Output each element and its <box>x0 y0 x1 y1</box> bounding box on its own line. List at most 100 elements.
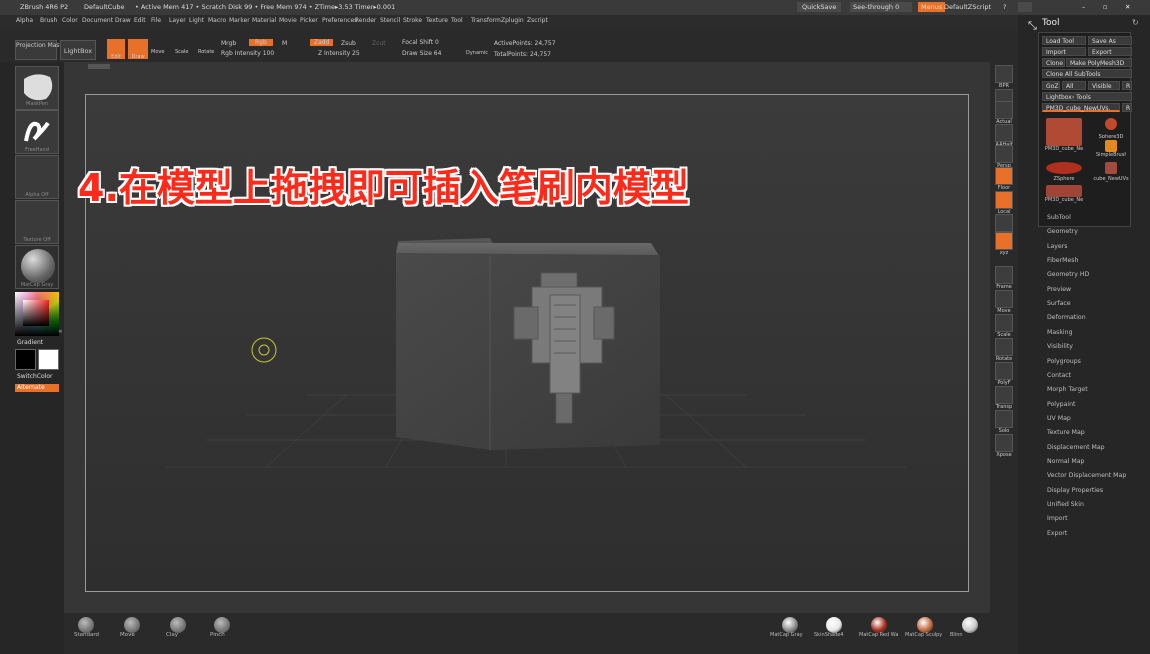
right-shelf-floor-icon[interactable] <box>995 167 1013 185</box>
right-shelf-xpose-icon[interactable] <box>995 434 1013 452</box>
z-intensity-slider[interactable]: Z Intensity 25 <box>318 50 360 57</box>
subpalette-uv-map[interactable]: UV Map <box>1047 415 1071 422</box>
zscript-button[interactable]: DefaultZScript <box>944 3 991 11</box>
draw-size-slider[interactable]: Draw Size 64 <box>402 50 441 57</box>
zadd-button[interactable]: Zadd <box>310 39 334 46</box>
menu-item-color[interactable]: Color <box>62 17 78 24</box>
subpalette-texture-map[interactable]: Texture Map <box>1047 429 1085 436</box>
quicksave-button[interactable]: QuickSave <box>797 2 842 12</box>
zcut-button[interactable]: Zcut <box>372 40 386 47</box>
subpalette-geometry-hd[interactable]: Geometry HD <box>1047 271 1089 278</box>
alternate-button[interactable]: Alternate <box>15 384 59 392</box>
popout-icon[interactable]: ↻ <box>1132 18 1139 27</box>
zsub-button[interactable]: Zsub <box>341 40 356 47</box>
subpalette-displacement-map[interactable]: Displacement Map <box>1047 444 1105 451</box>
lightbox-button[interactable]: LightBox <box>60 40 96 60</box>
menu-item-material[interactable]: Material <box>252 17 276 24</box>
menu-item-movie[interactable]: Movie <box>279 17 297 24</box>
menu-item-tool[interactable]: Tool <box>451 17 463 24</box>
mrgb-button[interactable]: Mrgb <box>221 40 236 47</box>
subpalette-polygroups[interactable]: Polygroups <box>1047 358 1081 365</box>
tool-thumbnail[interactable]: Sphere3D <box>1096 116 1126 140</box>
subpalette-fibermesh[interactable]: FiberMesh <box>1047 257 1078 264</box>
load-tool-button[interactable]: Load Tool <box>1042 36 1086 45</box>
color-picker[interactable] <box>15 292 59 336</box>
tool-thumbnail[interactable]: ZSphere <box>1043 160 1085 182</box>
subpalette-export[interactable]: Export <box>1047 530 1067 537</box>
menu-item-alpha[interactable]: Alpha <box>16 17 33 24</box>
menu-item-transform[interactable]: Transform <box>471 17 501 24</box>
subpalette-deformation[interactable]: Deformation <box>1047 314 1086 321</box>
menu-item-brush[interactable]: Brush <box>40 17 57 24</box>
projection-master-button[interactable]: Projection Master <box>15 40 68 60</box>
right-shelf-local-icon[interactable] <box>995 191 1013 209</box>
menu-item-stencil[interactable]: Stencil <box>380 17 400 24</box>
close-icon[interactable]: ✕ <box>1125 3 1130 11</box>
tool-thumbnail[interactable]: PM3D_cube_Ne <box>1043 116 1085 152</box>
subpalette-vector-displacement-map[interactable]: Vector Displacement Map <box>1047 472 1126 479</box>
r-button[interactable]: R <box>1122 81 1132 90</box>
edit-button[interactable]: Edit <box>107 39 125 60</box>
rotate-button[interactable]: Rotate <box>198 49 214 55</box>
menu-item-file[interactable]: File <box>151 17 161 24</box>
menu-item-zscript[interactable]: Zscript <box>527 17 548 24</box>
tool-thumbnail[interactable]: PM3D_cube_Ne <box>1043 183 1085 203</box>
subpalette-subtool[interactable]: SubTool <box>1047 214 1071 221</box>
primary-color-swatch[interactable] <box>38 349 59 370</box>
menu-item-stroke[interactable]: Stroke <box>403 17 422 24</box>
subpalette-polypaint[interactable]: Polypaint <box>1047 401 1075 408</box>
rgb-intensity-slider[interactable]: Rgb Intensity 100 <box>221 50 274 57</box>
r-button-2[interactable]: R <box>1122 103 1132 112</box>
right-shelf-lsym-icon[interactable] <box>995 214 1013 232</box>
help-icon[interactable]: ? <box>1003 3 1006 11</box>
material-swatch-icon[interactable] <box>871 617 887 633</box>
save-as-button[interactable]: Save As <box>1088 36 1132 45</box>
material-swatch-icon[interactable] <box>962 617 978 633</box>
scale-button[interactable]: Scale <box>175 49 188 55</box>
menus-button[interactable]: Menus <box>918 2 946 12</box>
secondary-color-swatch[interactable] <box>15 349 36 370</box>
see-through-slider[interactable]: See-through 0 <box>850 2 912 12</box>
import-button[interactable]: Import <box>1042 47 1086 56</box>
rgb-button[interactable]: Rgb <box>249 39 273 46</box>
right-shelf-aahalf-icon[interactable] <box>995 124 1013 142</box>
subpalette-unified-skin[interactable]: Unified Skin <box>1047 501 1084 508</box>
dynamic-button[interactable]: Dynamic <box>466 50 488 56</box>
all-button[interactable]: All <box>1062 81 1086 90</box>
goz-button[interactable]: GoZ <box>1042 81 1060 90</box>
lightbox-tools-button[interactable]: Lightbox› Tools <box>1042 92 1132 101</box>
menu-item-marker[interactable]: Marker <box>229 17 250 24</box>
right-shelf-frame-icon[interactable] <box>995 266 1013 284</box>
menu-item-render[interactable]: Render <box>355 17 376 24</box>
material-swatch-icon[interactable] <box>917 617 933 633</box>
menu-item-light[interactable]: Light <box>189 17 204 24</box>
material-swatch-icon[interactable] <box>782 617 798 633</box>
subpalette-normal-map[interactable]: Normal Map <box>1047 458 1084 465</box>
subpalette-visibility[interactable]: Visibility <box>1047 343 1073 350</box>
right-shelf-scale-icon[interactable] <box>995 314 1013 332</box>
subpalette-import[interactable]: Import <box>1047 515 1068 522</box>
subpalette-geometry[interactable]: Geometry <box>1047 228 1078 235</box>
menu-item-picker[interactable]: Picker <box>300 17 318 24</box>
restore-icon[interactable]: ▫ <box>1103 3 1107 11</box>
layout-icon[interactable] <box>1018 2 1032 12</box>
shelf-brush-pinch-icon[interactable] <box>214 617 230 633</box>
right-shelf-solo-icon[interactable] <box>995 410 1013 428</box>
subpalette-surface[interactable]: Surface <box>1047 300 1071 307</box>
right-shelf-bpr-icon[interactable] <box>995 65 1013 83</box>
shelf-brush-standard-icon[interactable] <box>78 617 94 633</box>
right-shelf-persp-icon[interactable] <box>995 145 1013 163</box>
right-shelf-polyf-icon[interactable] <box>995 362 1013 380</box>
menu-item-zplugin[interactable]: Zplugin <box>501 17 524 24</box>
scroll-handle[interactable] <box>88 64 110 69</box>
make-polymesh-button[interactable]: Make PolyMesh3D <box>1066 58 1132 67</box>
subpalette-morph-target[interactable]: Morph Target <box>1047 386 1088 393</box>
menu-item-layer[interactable]: Layer <box>169 17 186 24</box>
right-shelf-transp-icon[interactable] <box>995 386 1013 404</box>
right-shelf-actual-icon[interactable] <box>995 101 1013 119</box>
shelf-brush-clay-icon[interactable] <box>170 617 186 633</box>
switchcolor-button[interactable]: SwitchColor <box>17 373 53 380</box>
subpalette-masking[interactable]: Masking <box>1047 329 1073 336</box>
right-shelf-move-icon[interactable] <box>995 290 1013 308</box>
material-swatch-icon[interactable] <box>826 617 842 633</box>
